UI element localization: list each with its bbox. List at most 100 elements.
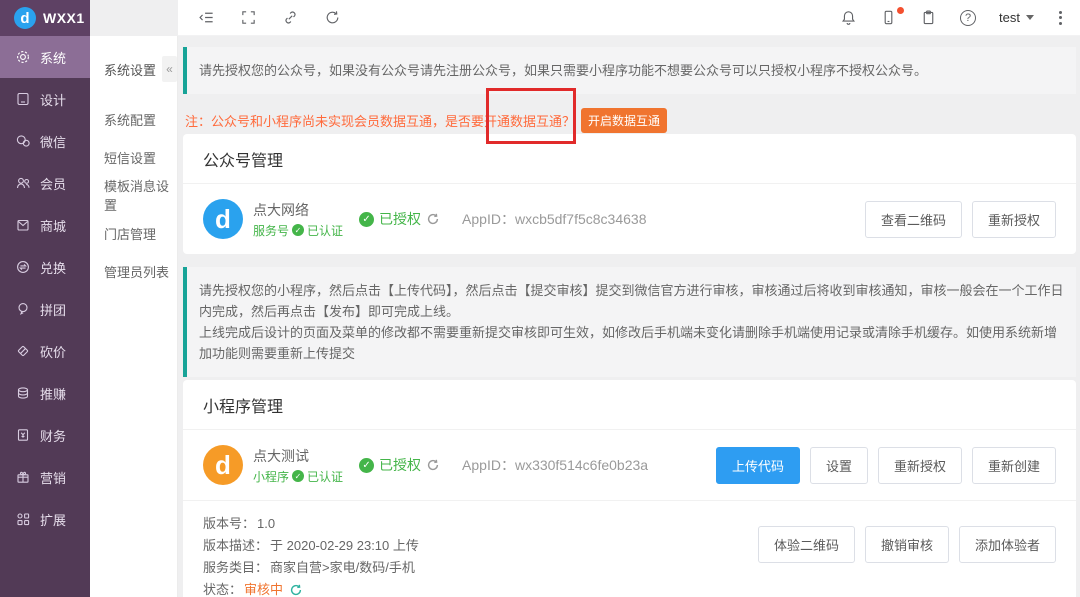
verified-label: 已认证 xyxy=(307,468,343,485)
refresh-auth-icon[interactable] xyxy=(426,458,440,472)
verified-check-icon xyxy=(292,224,304,236)
enable-data-sync-button[interactable]: 开启数据互通 xyxy=(581,108,667,133)
sidebar-item-groupbuy[interactable]: 拼团 xyxy=(0,288,90,330)
mini-program-logo: d xyxy=(203,445,243,485)
refresh-icon[interactable] xyxy=(324,9,341,26)
submenu-item-admin-list[interactable]: 管理员列表 xyxy=(104,252,177,290)
authorized-label: 已授权 xyxy=(379,455,421,475)
official-account-card: 公众号管理 d 点大网络 服务号 已认证 已授权 xyxy=(183,134,1076,254)
help-icon[interactable] xyxy=(960,10,976,26)
add-tester-button[interactable]: 添加体验者 xyxy=(959,526,1056,563)
submenu-item-system-config[interactable]: 系统配置 xyxy=(104,100,177,138)
main-content: 请先授权您的公众号，如果没有公众号请先注册公众号，如果只需要小程序功能不想要公众… xyxy=(178,36,1080,597)
fold-menu-icon[interactable] xyxy=(198,9,215,26)
authorized-label: 已授权 xyxy=(379,209,421,229)
sidebar-item-label: 扩展 xyxy=(40,510,66,529)
status-label: 状态： xyxy=(203,579,242,597)
topbar: test xyxy=(178,0,1080,36)
more-options-icon[interactable] xyxy=(1057,9,1064,27)
category-value: 商家自营>家电/数码/手机 xyxy=(270,557,415,579)
reauthorize-button[interactable]: 重新授权 xyxy=(878,447,962,484)
collapse-menu-button[interactable]: « xyxy=(162,56,177,82)
sidebar-item-label: 拼团 xyxy=(40,300,66,319)
view-qrcode-button[interactable]: 查看二维码 xyxy=(865,201,962,238)
sidebar-item-label: 营销 xyxy=(40,468,66,487)
sidebar-item-promote[interactable]: 推赚 xyxy=(0,372,90,414)
reauthorize-button[interactable]: 重新授权 xyxy=(972,201,1056,238)
sidebar-item-members[interactable]: 会员 xyxy=(0,162,90,204)
refresh-auth-icon[interactable] xyxy=(426,212,440,226)
alert-text-line1: 请先授权您的小程序，然后点击【上传代码】，然后点击【提交审核】提交到微信官方进行… xyxy=(199,280,1064,322)
upload-code-button[interactable]: 上传代码 xyxy=(716,447,800,484)
link-icon[interactable] xyxy=(282,9,299,26)
mall-icon xyxy=(15,217,31,233)
appid-value: wx330f514c6fe0b23a xyxy=(515,457,648,473)
fullscreen-icon[interactable] xyxy=(240,9,257,26)
sidebar-item-marketing[interactable]: 营销 xyxy=(0,456,90,498)
mobile-preview-icon[interactable] xyxy=(880,9,897,26)
sidebar-item-wechat[interactable]: 微信 xyxy=(0,120,90,162)
version-value: 1.0 xyxy=(257,513,275,535)
mini-program-card: 小程序管理 d 点大测试 小程序 已认证 已授权 xyxy=(183,380,1076,597)
sidebar-item-label: 系统 xyxy=(40,48,66,67)
alert-text: 请先授权您的公众号，如果没有公众号请先注册公众号，如果只需要小程序功能不想要公众… xyxy=(199,63,927,78)
sidebar-item-extension[interactable]: 扩展 xyxy=(0,498,90,540)
mini-program-name: 点大测试 xyxy=(253,446,343,466)
promote-icon xyxy=(15,385,31,401)
exchange-icon xyxy=(15,259,31,275)
official-account-name: 点大网络 xyxy=(253,200,343,220)
cancel-review-button[interactable]: 撤销审核 xyxy=(865,526,949,563)
refresh-status-icon[interactable] xyxy=(289,583,303,597)
appid-label: AppID： xyxy=(462,211,515,227)
sidebar-item-system[interactable]: 系统 xyxy=(0,36,90,78)
mini-card-title: 小程序管理 xyxy=(183,380,1076,430)
recreate-button[interactable]: 重新创建 xyxy=(972,447,1056,484)
sidebar-item-finance[interactable]: 财务 xyxy=(0,414,90,456)
account-type-label: 服务号 xyxy=(253,222,289,239)
clipboard-icon[interactable] xyxy=(920,9,937,26)
secondary-sidebar: 系统设置 « 系统配置 短信设置 模板消息设置 门店管理 管理员列表 xyxy=(90,36,178,597)
official-account-tip-alert: 请先授权您的公众号，如果没有公众号请先注册公众号，如果只需要小程序功能不想要公众… xyxy=(183,47,1076,94)
brand-area[interactable]: d WXX1 xyxy=(0,0,90,36)
verified-check-icon xyxy=(292,470,304,482)
wechat-icon xyxy=(15,133,31,149)
experience-qrcode-button[interactable]: 体验二维码 xyxy=(758,526,855,563)
version-desc-value: 于 2020-02-29 23:10 上传 xyxy=(270,535,419,557)
sidebar-item-label: 砍价 xyxy=(40,342,66,361)
chevron-down-icon xyxy=(1026,15,1034,20)
notification-bell-icon[interactable] xyxy=(840,9,857,26)
submenu-item-sms-settings[interactable]: 短信设置 xyxy=(104,138,177,176)
sidebar-item-label: 会员 xyxy=(40,174,66,193)
alert-text-line2: 上线完成后设计的页面及菜单的修改都不需要重新提交审核即可生效，如修改后手机端未变… xyxy=(199,322,1064,364)
category-label: 服务类目： xyxy=(203,557,268,579)
settings-button[interactable]: 设置 xyxy=(810,447,868,484)
sidebar-item-label: 微信 xyxy=(40,132,66,151)
members-icon xyxy=(15,175,31,191)
sidebar-item-exchange[interactable]: 兑换 xyxy=(0,246,90,288)
status-badge: 审核中 xyxy=(244,579,283,597)
sidebar-item-label: 推赚 xyxy=(40,384,66,403)
mini-program-tip-alert: 请先授权您的小程序，然后点击【上传代码】，然后点击【提交审核】提交到微信官方进行… xyxy=(183,267,1076,377)
note-text: 注：公众号和小程序尚未实现会员数据互通，是否要开通数据互通？ xyxy=(185,111,575,130)
submenu-item-store-management[interactable]: 门店管理 xyxy=(104,214,177,252)
sidebar-item-mall[interactable]: 商城 xyxy=(0,204,90,246)
authorized-check-icon xyxy=(359,458,374,473)
user-name: test xyxy=(999,10,1020,25)
gear-icon xyxy=(15,49,31,65)
brand-name: WXX1 xyxy=(43,10,85,26)
submenu-item-template-message[interactable]: 模板消息设置 xyxy=(104,176,177,214)
user-menu[interactable]: test xyxy=(999,10,1034,25)
finance-icon xyxy=(15,427,31,443)
sidebar-item-label: 商城 xyxy=(40,216,66,235)
version-desc-label: 版本描述： xyxy=(203,535,268,557)
marketing-icon xyxy=(15,469,31,485)
sidebar-item-design[interactable]: 设计 xyxy=(0,78,90,120)
brand-logo-icon: d xyxy=(14,7,36,29)
extension-icon xyxy=(15,511,31,527)
main-sidebar: d WXX1 系统 设计 微信 会员 商城 兑换 拼团 xyxy=(0,0,90,597)
submenu-header: 系统设置 xyxy=(104,60,156,79)
sidebar-item-label: 设计 xyxy=(40,90,66,109)
sidebar-item-bargain[interactable]: 砍价 xyxy=(0,330,90,372)
groupbuy-icon xyxy=(15,301,31,317)
appid-label: AppID： xyxy=(462,457,515,473)
